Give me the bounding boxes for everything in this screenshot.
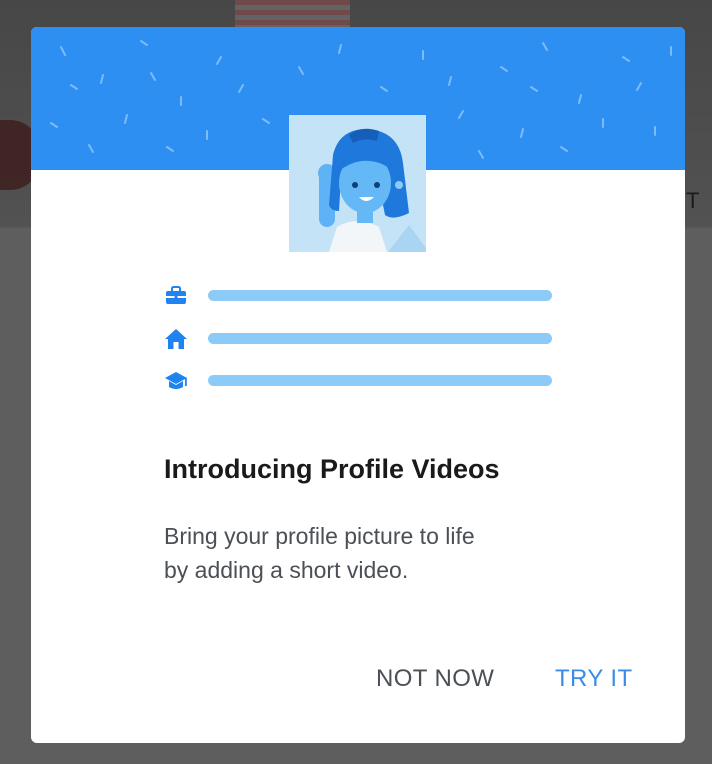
background-partial-text: T xyxy=(686,188,700,213)
info-row-work xyxy=(164,284,554,308)
not-now-button[interactable]: NOT NOW xyxy=(376,661,494,697)
profile-videos-dialog: Introducing Profile Videos Bring your pr… xyxy=(31,27,685,743)
graduation-cap-icon xyxy=(165,372,187,389)
dialog-description-line-2: by adding a short video. xyxy=(164,557,409,583)
dialog-description: Bring your profile picture to life by ad… xyxy=(164,519,624,587)
profile-avatar-illustration xyxy=(289,115,426,252)
info-row-placeholder-bar xyxy=(208,290,552,301)
dialog-description-line-1: Bring your profile picture to life xyxy=(164,523,475,549)
info-row-placeholder-bar xyxy=(208,333,552,344)
briefcase-icon xyxy=(166,286,186,304)
info-row-placeholder-bar xyxy=(208,375,552,386)
info-row-home xyxy=(164,327,554,351)
info-row-education xyxy=(164,369,554,393)
home-icon xyxy=(165,329,187,349)
dialog-title: Introducing Profile Videos xyxy=(164,454,500,484)
try-it-button[interactable]: TRY IT xyxy=(555,661,633,697)
cover-photo-flag xyxy=(235,0,350,28)
